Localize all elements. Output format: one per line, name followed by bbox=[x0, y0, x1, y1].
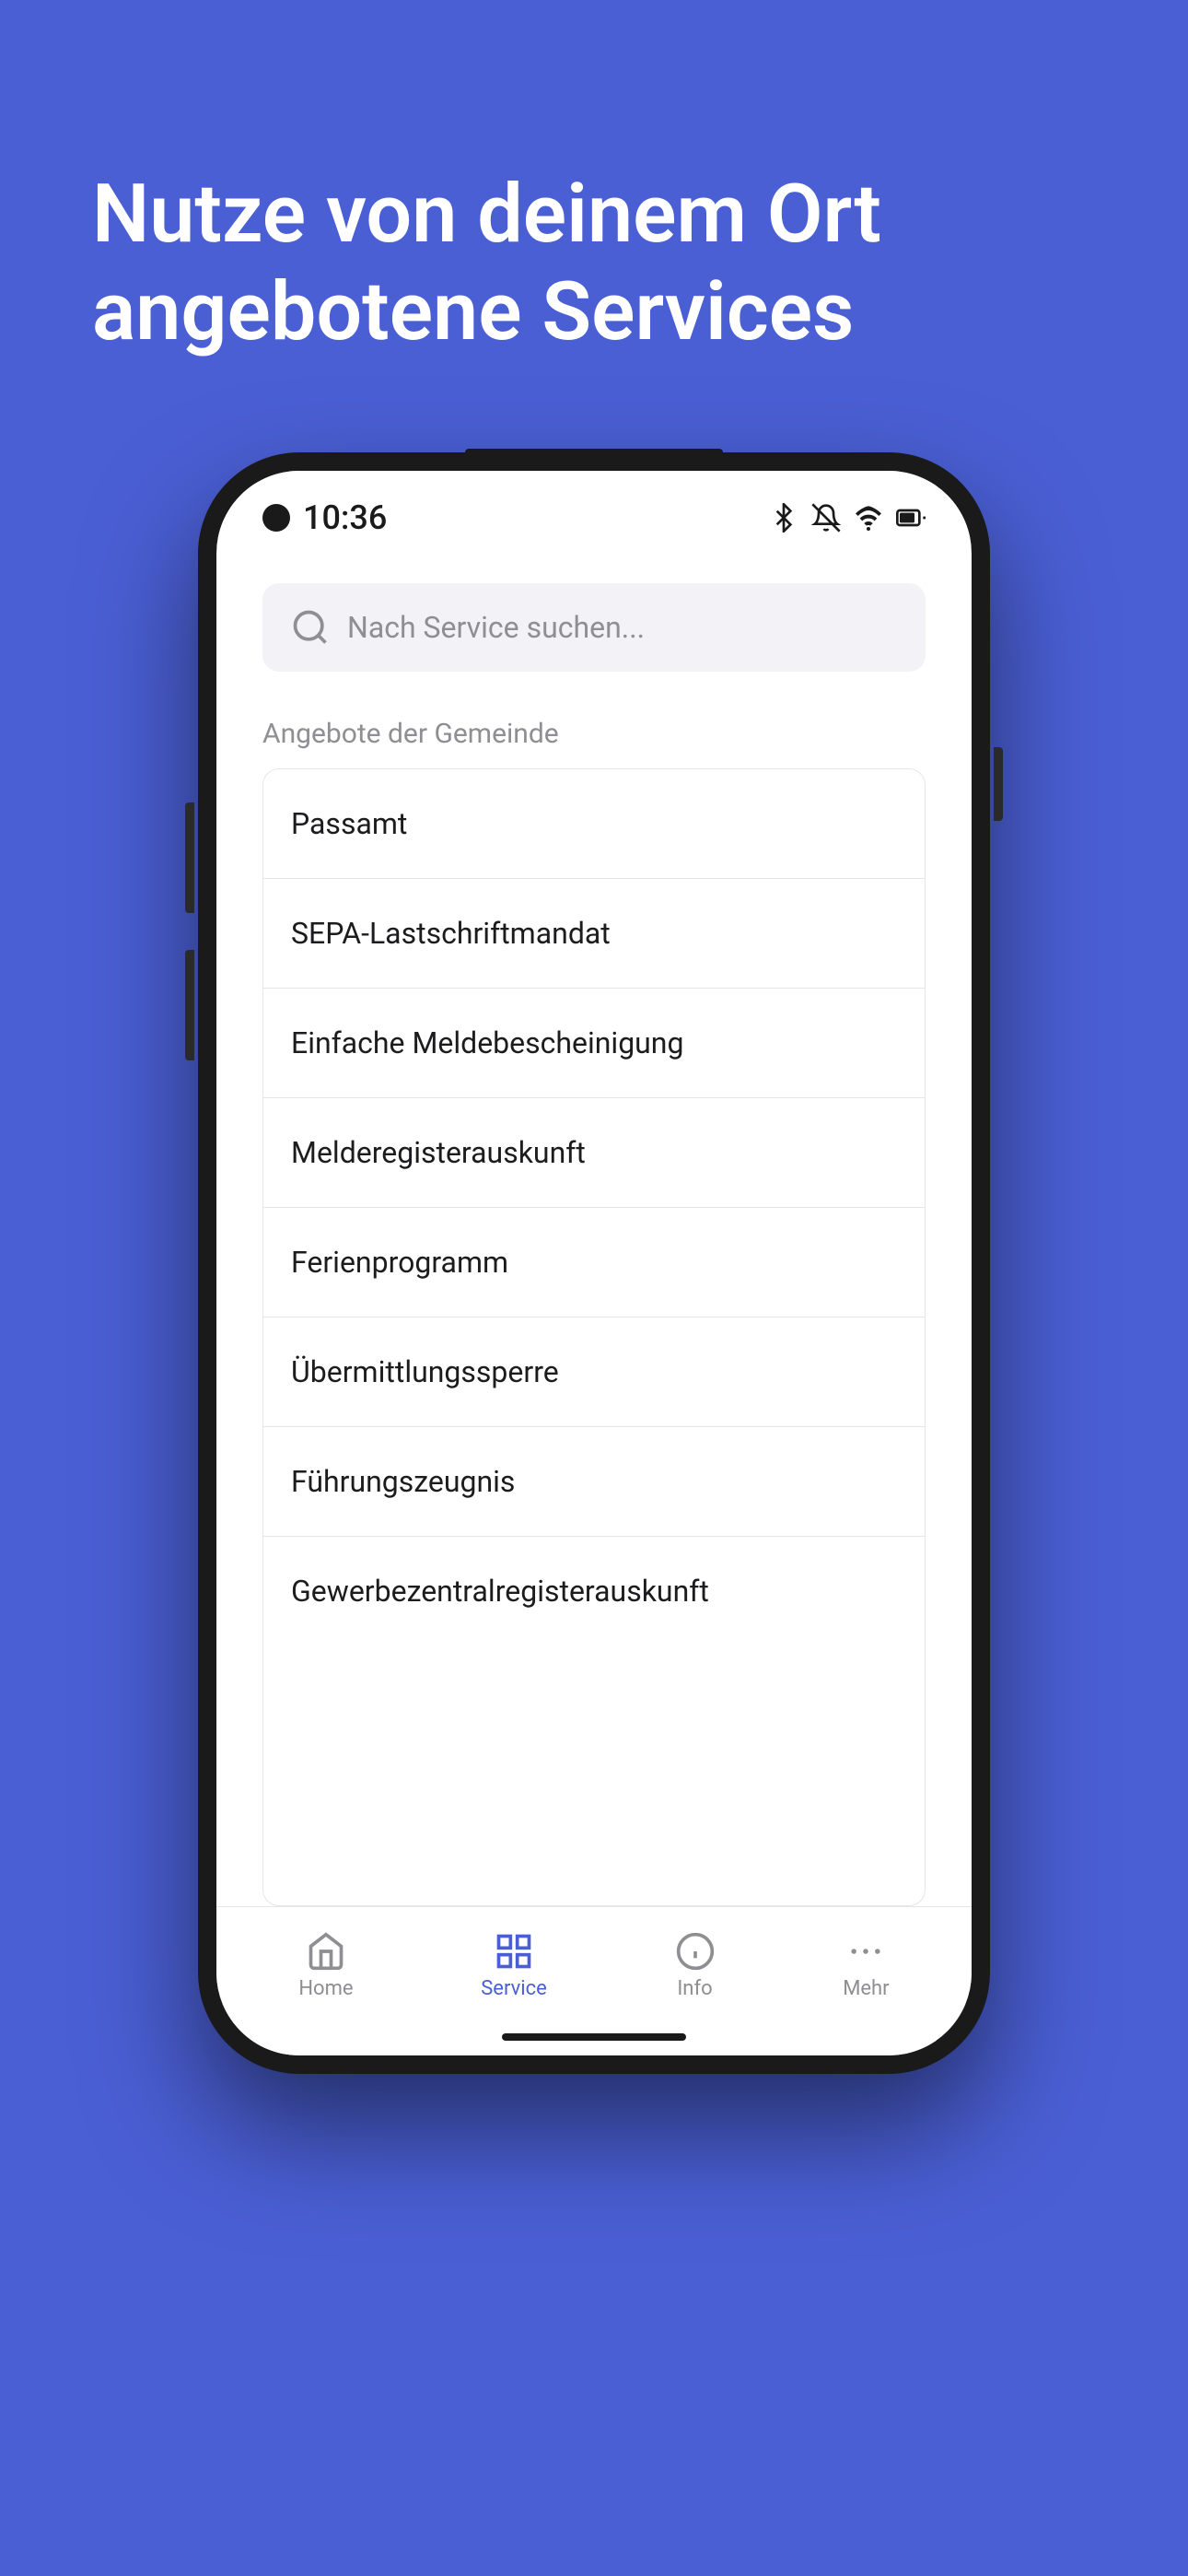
power-button bbox=[994, 747, 1003, 821]
phone-screen: 10:36 bbox=[216, 471, 972, 2055]
time-display: 10:36 bbox=[303, 498, 387, 537]
service-item-label: Einfache Meldebescheinigung bbox=[291, 1025, 683, 1060]
search-icon bbox=[290, 607, 331, 648]
search-bar[interactable]: Nach Service suchen... bbox=[262, 583, 926, 672]
service-item-label: Ferienprogramm bbox=[291, 1245, 508, 1280]
tab-service[interactable]: Service bbox=[453, 1922, 575, 2009]
list-item[interactable]: Melderegisterauskunft bbox=[263, 1098, 925, 1208]
phone-frame: 10:36 bbox=[198, 452, 990, 2074]
info-icon bbox=[675, 1931, 716, 1972]
battery-icon bbox=[896, 503, 926, 533]
section-label: Angebote der Gemeinde bbox=[262, 718, 926, 750]
more-icon bbox=[845, 1931, 886, 1972]
list-item[interactable]: Übermittlungssperre bbox=[263, 1317, 925, 1427]
list-item[interactable]: SEPA-Lastschriftmandat bbox=[263, 879, 925, 989]
volume-down-button bbox=[185, 950, 194, 1060]
status-icons bbox=[769, 503, 926, 533]
hero-section: Nutze von deinem Ort angebotene Services bbox=[0, 0, 1188, 416]
screen-content: Nach Service suchen... Angebote der Geme… bbox=[216, 546, 972, 1906]
bottom-nav: Home Service bbox=[216, 1906, 972, 2019]
service-item-label: Übermittlungssperre bbox=[291, 1354, 559, 1389]
wifi-icon bbox=[854, 503, 883, 533]
tab-home[interactable]: Home bbox=[271, 1922, 380, 2009]
home-bar bbox=[502, 2033, 686, 2041]
tab-service-label: Service bbox=[481, 1977, 547, 2000]
grid-icon bbox=[494, 1931, 534, 1972]
list-item[interactable]: Führungszeugnis bbox=[263, 1427, 925, 1537]
list-item[interactable]: Ferienprogramm bbox=[263, 1208, 925, 1317]
status-left: 10:36 bbox=[262, 498, 387, 537]
tab-mehr[interactable]: Mehr bbox=[815, 1922, 916, 2009]
service-item-label: Melderegisterauskunft bbox=[291, 1135, 586, 1170]
search-placeholder-text: Nach Service suchen... bbox=[347, 610, 645, 645]
home-indicator bbox=[216, 2019, 972, 2055]
tab-home-label: Home bbox=[298, 1977, 353, 2000]
notification-muted-icon bbox=[811, 503, 841, 533]
service-item-label: Passamt bbox=[291, 806, 407, 841]
service-item-label: Gewerbezentralregisterauskunft bbox=[291, 1574, 709, 1609]
home-icon bbox=[306, 1931, 346, 1972]
tab-info[interactable]: Info bbox=[647, 1922, 743, 2009]
phone-container: 10:36 bbox=[198, 452, 990, 2074]
hero-title: Nutze von deinem Ort angebotene Services bbox=[92, 166, 1096, 360]
bluetooth-icon bbox=[769, 503, 798, 533]
tab-mehr-label: Mehr bbox=[843, 1977, 889, 2000]
camera-dot bbox=[262, 504, 290, 532]
list-item[interactable]: Gewerbezentralregisterauskunft bbox=[263, 1537, 925, 1645]
service-item-label: Führungszeugnis bbox=[291, 1464, 515, 1499]
service-list: Passamt SEPA-Lastschriftmandat Einfache … bbox=[262, 768, 926, 1906]
service-item-label: SEPA-Lastschriftmandat bbox=[291, 916, 611, 951]
status-bar: 10:36 bbox=[216, 471, 972, 546]
list-item[interactable]: Passamt bbox=[263, 769, 925, 879]
tab-info-label: Info bbox=[677, 1977, 712, 2000]
list-item[interactable]: Einfache Meldebescheinigung bbox=[263, 989, 925, 1098]
